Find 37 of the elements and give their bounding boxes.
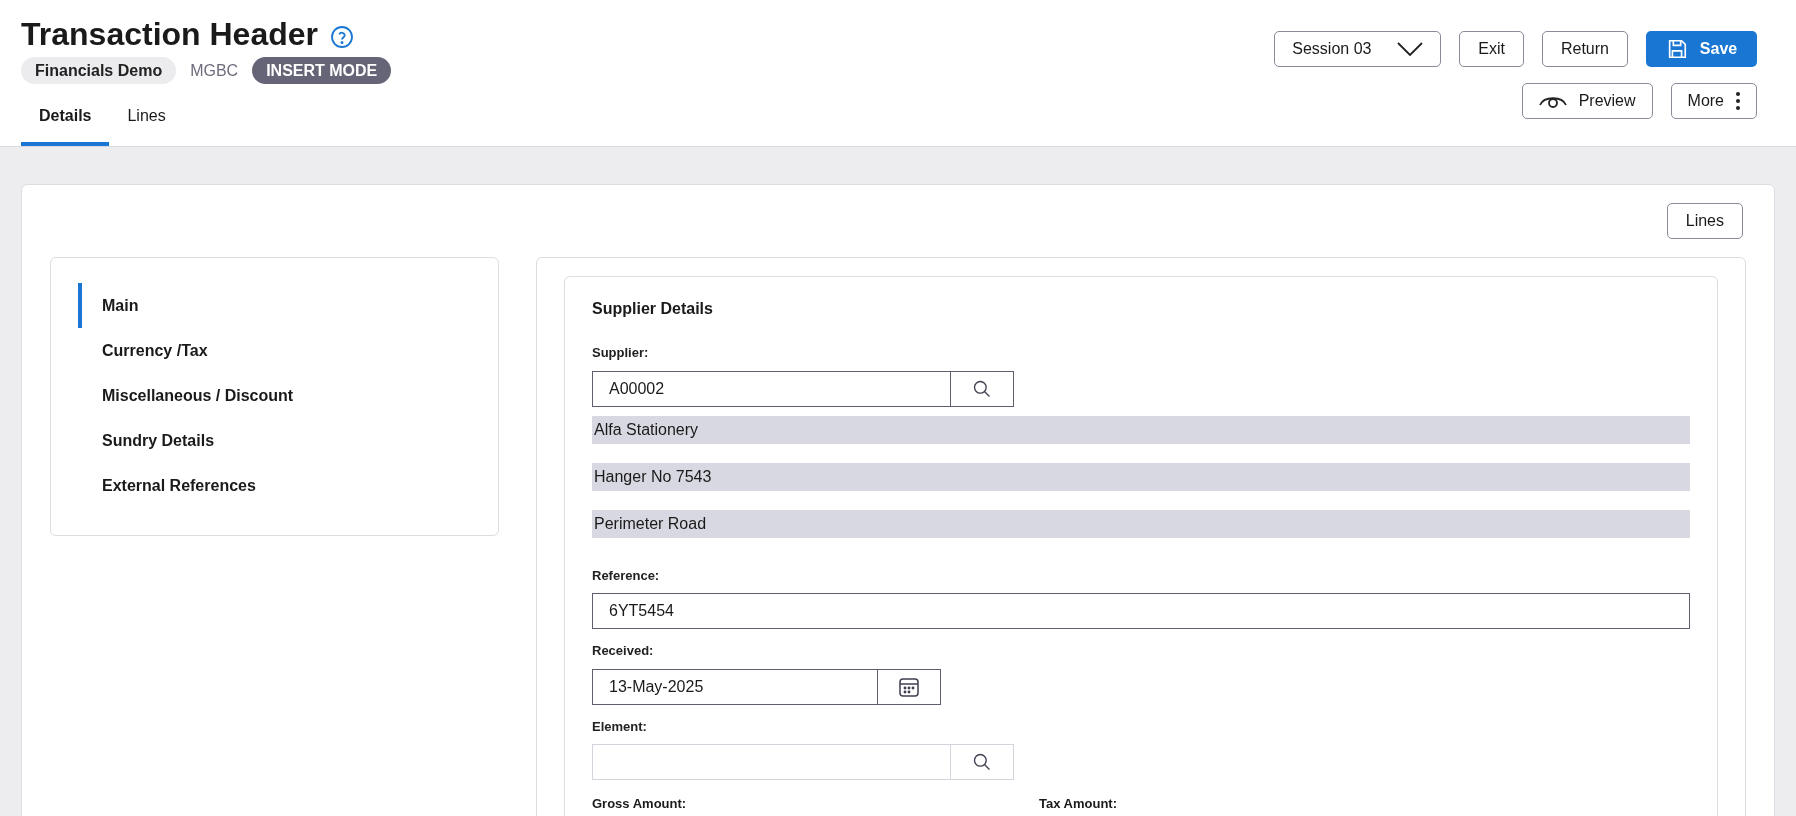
session-dropdown[interactable]: Session 03	[1274, 31, 1442, 67]
section-nav-item[interactable]: Sundry Details	[78, 418, 498, 463]
section-title: Supplier Details	[592, 299, 714, 319]
section-nav-item[interactable]: External References	[78, 463, 498, 508]
more-button[interactable]: More	[1670, 83, 1757, 119]
action-button[interactable]: Return	[1541, 31, 1628, 67]
reference-field[interactable]: 6YT5454	[592, 593, 1690, 629]
field-label: Tax Amount:	[1039, 795, 1117, 813]
field-label: Supplier:	[592, 344, 650, 362]
vertical-dots-icon	[1736, 92, 1740, 110]
section-nav-item[interactable]: Miscellaneous / Discount	[78, 373, 498, 418]
search-button[interactable]	[951, 370, 1014, 407]
tab[interactable]: Details	[21, 94, 110, 146]
help-icon[interactable]	[330, 25, 354, 49]
field-label: Received:	[592, 642, 655, 660]
save-button[interactable]: Save	[1646, 31, 1757, 67]
search-icon	[972, 378, 992, 399]
company-badge: Financials Demo	[21, 57, 177, 84]
search-icon	[972, 752, 992, 772]
section-nav-item[interactable]: Currency /Tax	[78, 328, 498, 373]
tab[interactable]: Lines	[109, 94, 184, 146]
action-button[interactable]: Exit	[1459, 31, 1524, 67]
field-label: Reference:	[592, 566, 661, 585]
chevron-down-icon	[1397, 42, 1424, 56]
company-code: MGBC	[189, 61, 240, 81]
lines-button[interactable]: Lines	[1666, 203, 1743, 239]
page-title: Transaction Header	[21, 15, 318, 54]
mode-badge: INSERT MODE	[252, 57, 392, 84]
date-field[interactable]: 13-May-2025	[592, 668, 878, 705]
field-label: Gross Amount:	[592, 795, 688, 813]
calendar-icon	[898, 675, 920, 698]
preview-button[interactable]: Preview	[1521, 83, 1653, 119]
calendar-button[interactable]	[878, 668, 941, 705]
element-field[interactable]	[592, 744, 951, 780]
field-label: Element:	[592, 717, 648, 736]
supplier-field[interactable]: A00002	[592, 370, 951, 407]
section-nav-item[interactable]: Main	[78, 283, 498, 328]
